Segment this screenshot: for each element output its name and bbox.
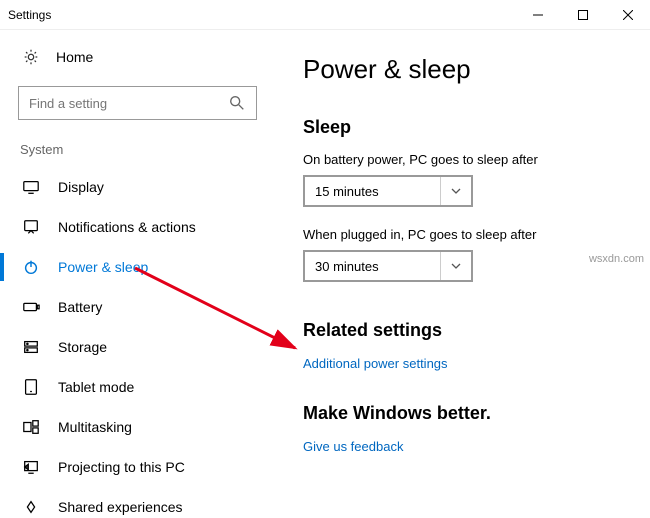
sidebar-item-label: Battery — [58, 299, 102, 315]
sidebar-item-label: Power & sleep — [58, 259, 148, 275]
watermark: wsxdn.com — [589, 253, 644, 265]
group-title: System — [18, 142, 257, 157]
display-icon — [22, 178, 40, 196]
sidebar-item-label: Multitasking — [58, 419, 132, 435]
sidebar: Home System Display Notifications & acti… — [0, 30, 275, 518]
sidebar-item-label: Shared experiences — [58, 499, 183, 515]
sidebar-item-tablet[interactable]: Tablet mode — [18, 367, 257, 407]
sidebar-item-label: Storage — [58, 339, 107, 355]
sidebar-item-display[interactable]: Display — [18, 167, 257, 207]
close-button[interactable] — [605, 0, 650, 30]
search-box[interactable] — [18, 86, 257, 120]
chevron-down-icon — [440, 252, 461, 280]
maximize-button[interactable] — [560, 0, 605, 30]
battery-icon — [22, 298, 40, 316]
multitasking-icon — [22, 418, 40, 436]
plugged-sleep-label: When plugged in, PC goes to sleep after — [303, 227, 622, 242]
sidebar-item-label: Projecting to this PC — [58, 459, 185, 475]
chevron-down-icon — [440, 177, 461, 205]
battery-sleep-select[interactable]: 15 minutes — [303, 175, 473, 207]
sidebar-item-power-sleep[interactable]: Power & sleep — [18, 247, 257, 287]
feedback-link[interactable]: Give us feedback — [303, 439, 403, 454]
gear-icon — [22, 48, 40, 66]
sidebar-item-notifications[interactable]: Notifications & actions — [18, 207, 257, 247]
search-input[interactable] — [29, 96, 228, 111]
projecting-icon — [22, 458, 40, 476]
sidebar-item-projecting[interactable]: Projecting to this PC — [18, 447, 257, 487]
titlebar: Settings — [0, 0, 650, 30]
plugged-sleep-value: 30 minutes — [315, 259, 379, 274]
feedback-heading: Make Windows better. — [303, 403, 622, 424]
shared-icon — [22, 498, 40, 516]
power-icon — [22, 258, 40, 276]
battery-sleep-value: 15 minutes — [315, 184, 379, 199]
sidebar-item-battery[interactable]: Battery — [18, 287, 257, 327]
battery-sleep-label: On battery power, PC goes to sleep after — [303, 152, 622, 167]
sidebar-item-storage[interactable]: Storage — [18, 327, 257, 367]
tablet-icon — [22, 378, 40, 396]
additional-power-settings-link[interactable]: Additional power settings — [303, 356, 448, 371]
plugged-sleep-select[interactable]: 30 minutes — [303, 250, 473, 282]
sidebar-item-label: Tablet mode — [58, 379, 134, 395]
window-controls — [515, 0, 650, 30]
minimize-button[interactable] — [515, 0, 560, 30]
page-title: Power & sleep — [303, 54, 622, 85]
search-icon — [228, 94, 246, 112]
sidebar-item-label: Display — [58, 179, 104, 195]
home-label: Home — [56, 49, 93, 65]
notifications-icon — [22, 218, 40, 236]
main-panel: Power & sleep Sleep On battery power, PC… — [275, 30, 650, 518]
window-title: Settings — [8, 8, 51, 22]
sidebar-item-shared[interactable]: Shared experiences — [18, 487, 257, 518]
sleep-heading: Sleep — [303, 117, 622, 138]
related-heading: Related settings — [303, 320, 622, 341]
home-button[interactable]: Home — [18, 42, 257, 72]
storage-icon — [22, 338, 40, 356]
sidebar-item-label: Notifications & actions — [58, 219, 196, 235]
sidebar-item-multitasking[interactable]: Multitasking — [18, 407, 257, 447]
